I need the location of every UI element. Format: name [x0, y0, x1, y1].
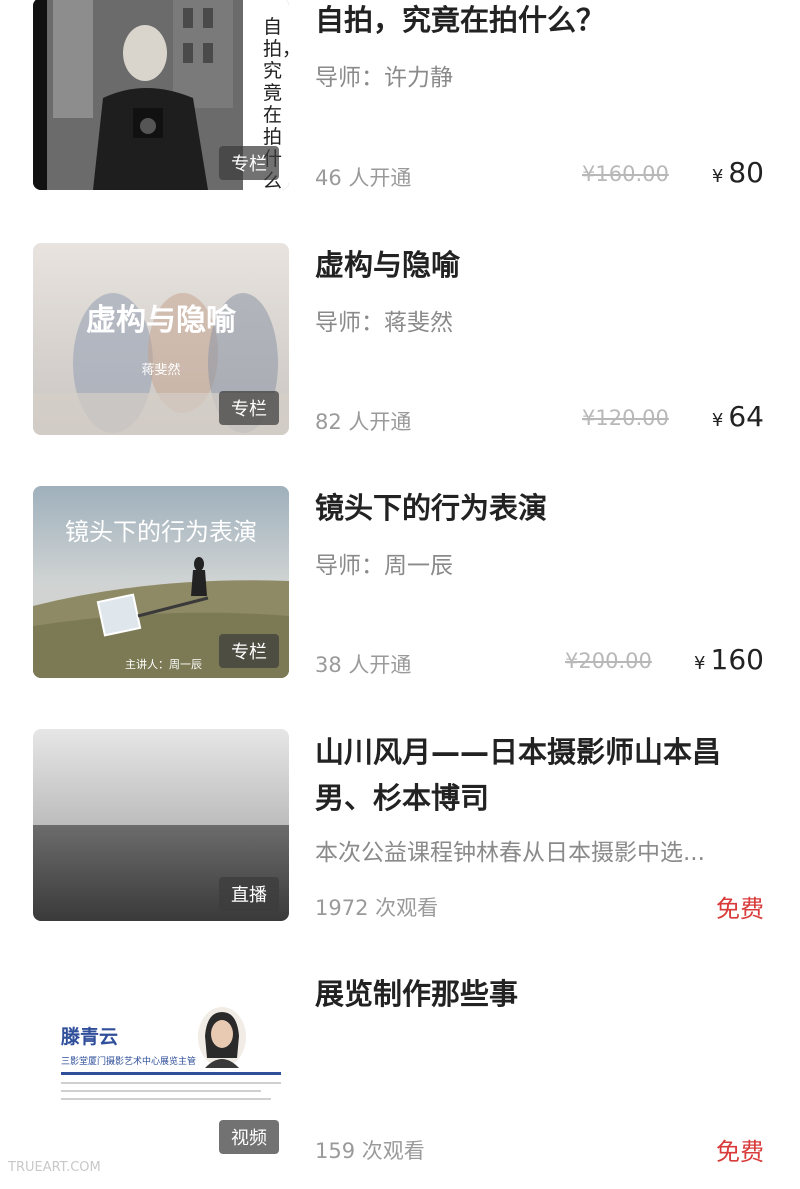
currency-symbol: ¥ — [694, 653, 706, 674]
price-value: 80 — [728, 156, 764, 189]
mentor-name: 导师：蒋斐然 — [315, 310, 453, 336]
course-type-badge: 专栏 — [219, 634, 279, 668]
subscriber-count: 46 人开通 — [315, 166, 412, 190]
original-price: ¥120.00 — [582, 406, 669, 430]
cover-text-line — [61, 1098, 271, 1100]
course-cover[interactable]: 镜头下的行为表演 主讲人：周一辰 专栏 — [33, 486, 289, 678]
subscriber-count: 82 人开通 — [315, 410, 412, 434]
course-cover[interactable]: 自拍，究竟在拍什么 专栏 — [33, 0, 289, 190]
subscriber-count: 38 人开通 — [315, 653, 412, 677]
course-cover[interactable]: 滕青云 三影堂厦门摄影艺术中心展览主管 视频 — [33, 972, 289, 1164]
view-count: 1972 次观看 — [315, 896, 439, 920]
original-price: ¥200.00 — [565, 649, 652, 673]
list-item[interactable]: 虚构与隐喻 蒋斐然 专栏 虚构与隐喻 导师：蒋斐然 82 人开通 ¥120.00… — [0, 243, 800, 443]
list-item[interactable]: 直播 山川风月——日本摄影师山本昌男、杉本博司 本次公益课程钟林春从日本摄影中选… — [0, 729, 800, 929]
course-title[interactable]: 山川风月——日本摄影师山本昌男、杉本博司 — [315, 729, 765, 821]
cover-text-line — [61, 1090, 261, 1092]
cover-title: 虚构与隐喻 — [86, 303, 236, 338]
mentor-name: 导师：周一辰 — [315, 553, 453, 579]
portrait-image — [198, 1007, 246, 1068]
watermark: TRUEART.COM — [8, 1160, 101, 1175]
course-cover[interactable]: 直播 — [33, 729, 289, 921]
price-value: 64 — [728, 400, 764, 433]
course-description: 本次公益课程钟林春从日本摄影中选... — [315, 840, 705, 866]
list-item[interactable]: 镜头下的行为表演 主讲人：周一辰 专栏 镜头下的行为表演 导师：周一辰 38 人… — [0, 486, 800, 686]
course-title[interactable]: 自拍，究竟在拍什么？ — [315, 0, 765, 42]
cover-title: 镜头下的行为表演 — [65, 518, 257, 546]
price: ¥ 80 — [712, 156, 764, 189]
price: ¥ 64 — [712, 400, 764, 433]
course-type-badge: 专栏 — [219, 391, 279, 425]
price: ¥ 160 — [694, 643, 764, 676]
course-title[interactable]: 镜头下的行为表演 — [315, 486, 765, 530]
course-type-badge: 直播 — [219, 877, 279, 911]
price-value: 160 — [710, 643, 764, 676]
course-title[interactable]: 展览制作那些事 — [315, 972, 765, 1016]
cover-role: 三影堂厦门摄影艺术中心展览主管 — [61, 1057, 197, 1067]
cover-name: 滕青云 — [61, 1026, 119, 1048]
course-title[interactable]: 虚构与隐喻 — [315, 243, 765, 287]
free-label: 免费 — [716, 895, 764, 923]
cover-subtitle: 蒋斐然 — [141, 363, 181, 378]
currency-symbol: ¥ — [711, 166, 724, 187]
list-item[interactable]: 滕青云 三影堂厦门摄影艺术中心展览主管 视频 展览制作那些事 159 次观看 免… — [0, 972, 800, 1172]
course-type-badge: 专栏 — [219, 146, 279, 180]
list-item[interactable]: 自拍，究竟在拍什么 专栏 自拍，究竟在拍什么？ 导师：许力静 46 人开通 ¥1… — [0, 0, 800, 200]
view-count: 159 次观看 — [315, 1139, 425, 1163]
mentor-name: 导师：许力静 — [315, 65, 453, 91]
currency-symbol: ¥ — [711, 410, 724, 431]
cover-text-line — [61, 1082, 281, 1084]
cover-subtitle: 主讲人：周一辰 — [125, 658, 202, 671]
free-label: 免费 — [716, 1138, 764, 1166]
original-price: ¥160.00 — [582, 162, 669, 186]
course-cover[interactable]: 虚构与隐喻 蒋斐然 专栏 — [33, 243, 289, 435]
course-type-badge: 视频 — [219, 1120, 279, 1154]
cover-divider — [61, 1072, 281, 1075]
